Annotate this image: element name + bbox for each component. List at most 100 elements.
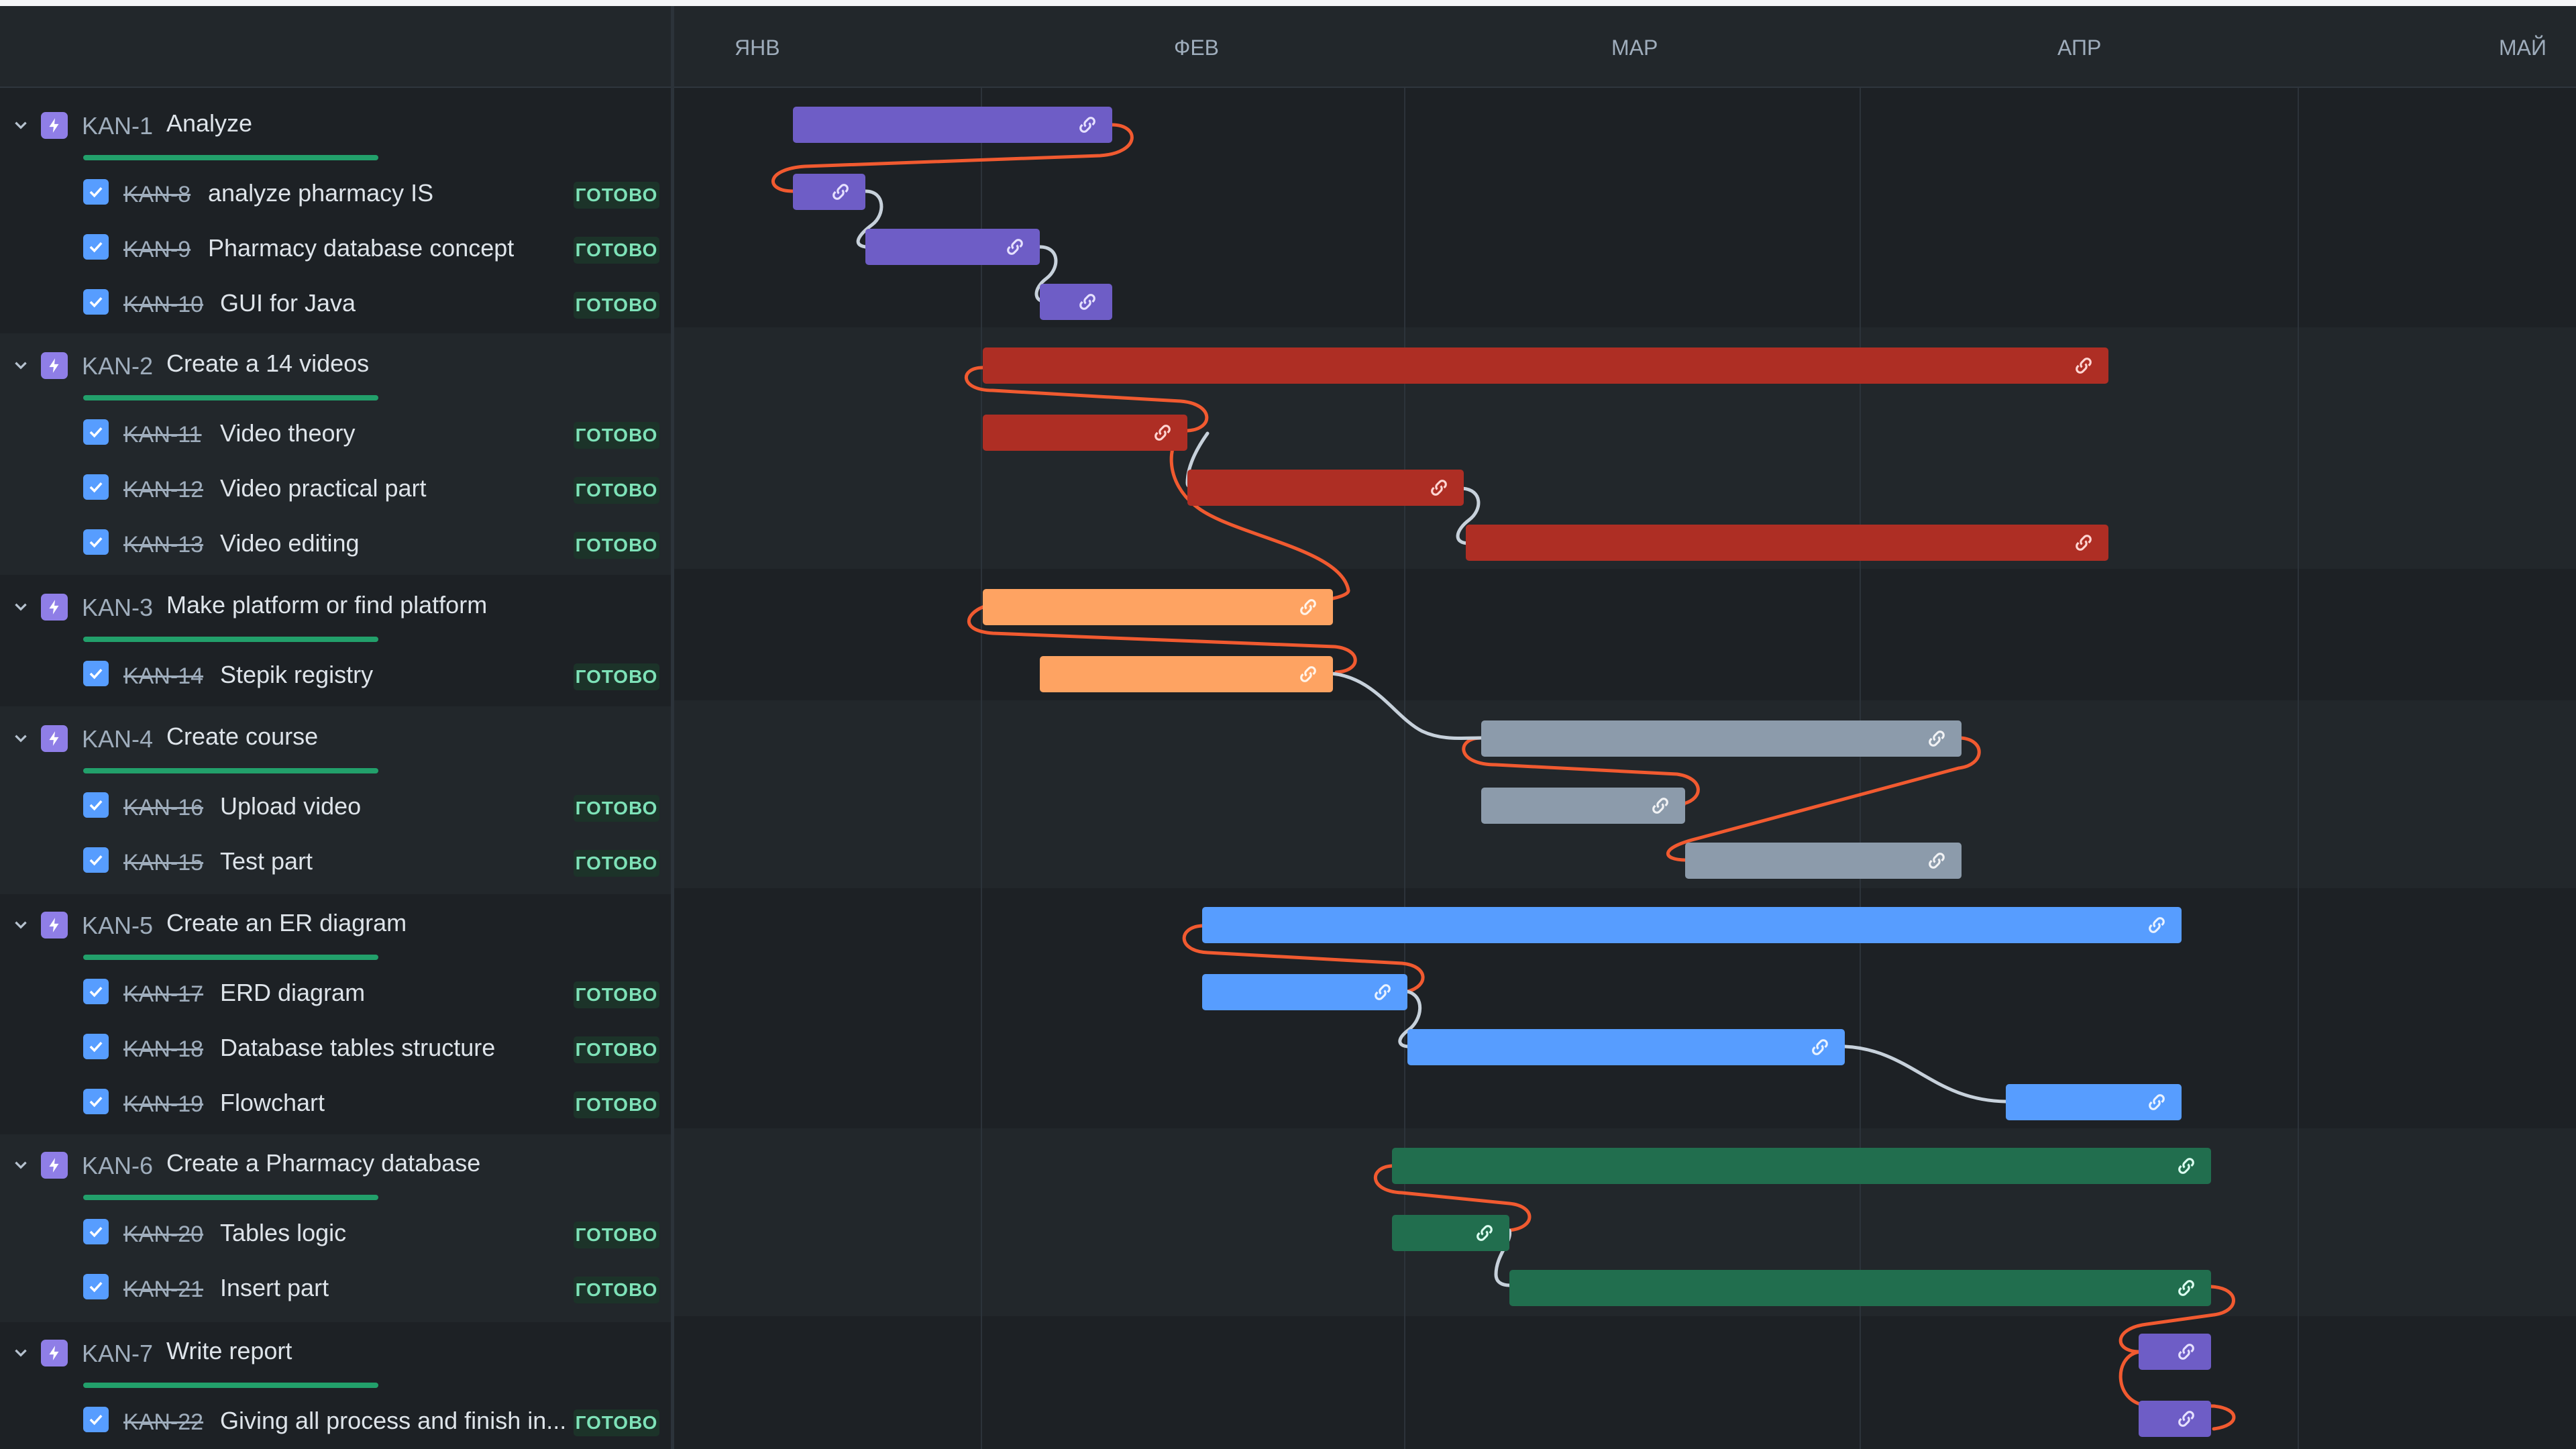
epic-title[interactable]: Create an ER diagram — [166, 909, 407, 937]
task-title[interactable]: Upload video — [220, 792, 361, 820]
status-badge[interactable]: ГОТОВО — [574, 477, 659, 504]
task-key[interactable]: KAN-9 — [123, 237, 191, 263]
timeline-bar-kan-5[interactable] — [1202, 907, 2182, 943]
task-title[interactable]: GUI for Java — [220, 289, 356, 317]
link-icon[interactable] — [1298, 664, 1318, 684]
status-badge[interactable]: ГОТОВО — [574, 532, 659, 559]
link-icon[interactable] — [2147, 915, 2167, 935]
task-key[interactable]: KAN-18 — [123, 1036, 203, 1063]
task-row[interactable]: KAN-17 ERD diagram ГОТОВО — [0, 971, 671, 1014]
link-icon[interactable] — [1429, 478, 1449, 498]
epic-title[interactable]: Create a Pharmacy database — [166, 1149, 480, 1177]
timeline-bar-kan-17[interactable] — [1202, 974, 1407, 1010]
link-icon[interactable] — [2176, 1409, 2196, 1429]
epic-key[interactable]: KAN-5 — [82, 912, 153, 940]
task-key[interactable]: KAN-8 — [123, 182, 191, 208]
task-title[interactable]: Giving all process and finish in... — [220, 1407, 566, 1435]
timeline-bar-kan-7[interactable] — [2139, 1334, 2211, 1370]
task-title[interactable]: Insert part — [220, 1274, 329, 1302]
timeline-bar-kan-3[interactable] — [983, 589, 1333, 625]
chevron-down-icon[interactable] — [9, 354, 32, 377]
epic-key[interactable]: KAN-2 — [82, 352, 153, 380]
epic-row[interactable]: KAN-1 Analyze — [0, 104, 671, 160]
task-title[interactable]: Test part — [220, 847, 313, 875]
epic-row[interactable]: KAN-4 Create course — [0, 717, 671, 773]
task-key[interactable]: KAN-14 — [123, 663, 203, 690]
chevron-down-icon[interactable] — [9, 727, 32, 750]
task-row[interactable]: KAN-13 Video editing ГОТОВО — [0, 521, 671, 564]
epic-title[interactable]: Write report — [166, 1337, 292, 1365]
epic-row[interactable]: KAN-3 Make platform or find platform — [0, 586, 671, 642]
task-key[interactable]: KAN-17 — [123, 981, 203, 1008]
task-title[interactable]: Database tables structure — [220, 1034, 495, 1062]
task-key[interactable]: KAN-11 — [123, 422, 202, 448]
status-badge[interactable]: ГОТОВО — [574, 850, 659, 877]
timeline-bar-kan-22[interactable] — [2139, 1401, 2211, 1437]
task-row[interactable]: KAN-15 Test part ГОТОВО — [0, 839, 671, 882]
status-badge[interactable]: ГОТОВО — [574, 663, 659, 690]
link-icon[interactable] — [1927, 729, 1947, 749]
link-icon[interactable] — [1077, 115, 1097, 135]
link-icon[interactable] — [1298, 597, 1318, 617]
link-icon[interactable] — [1077, 292, 1097, 312]
task-row[interactable]: KAN-9 Pharmacy database concept ГОТОВО — [0, 226, 671, 269]
task-key[interactable]: KAN-15 — [123, 850, 203, 876]
chevron-down-icon[interactable] — [9, 1342, 32, 1364]
timeline-bar-kan-6[interactable] — [1392, 1148, 2211, 1184]
timeline-bar-kan-20[interactable] — [1392, 1215, 1509, 1251]
status-badge[interactable]: ГОТОВО — [574, 1036, 659, 1063]
timeline-bar-kan-2[interactable] — [983, 347, 2108, 384]
timeline-bar-kan-12[interactable] — [1187, 470, 1464, 506]
chevron-down-icon[interactable] — [9, 114, 32, 137]
task-key[interactable]: KAN-16 — [123, 795, 203, 821]
epic-title[interactable]: Analyze — [166, 109, 252, 138]
timeline-bar-kan-19[interactable] — [2006, 1084, 2182, 1120]
timeline-bar-kan-1[interactable] — [793, 107, 1112, 143]
link-icon[interactable] — [1005, 237, 1025, 257]
task-row[interactable]: KAN-21 Insert part ГОТОВО — [0, 1266, 671, 1309]
task-key[interactable]: KAN-22 — [123, 1409, 203, 1436]
link-icon[interactable] — [1810, 1037, 1830, 1057]
timeline-bar-kan-14[interactable] — [1040, 656, 1333, 692]
link-icon[interactable] — [1373, 982, 1393, 1002]
task-key[interactable]: KAN-12 — [123, 477, 203, 503]
epic-title[interactable]: Make platform or find platform — [166, 591, 487, 619]
task-key[interactable]: KAN-20 — [123, 1222, 203, 1248]
task-title[interactable]: Video editing — [220, 529, 360, 557]
link-icon[interactable] — [1927, 851, 1947, 871]
chevron-down-icon[interactable] — [9, 596, 32, 619]
link-icon[interactable] — [2074, 356, 2094, 376]
task-key[interactable]: KAN-21 — [123, 1277, 203, 1303]
epic-row[interactable]: KAN-6 Create a Pharmacy database — [0, 1144, 671, 1200]
task-row[interactable]: KAN-18 Database tables structure ГОТОВО — [0, 1026, 671, 1069]
epic-key[interactable]: KAN-4 — [82, 725, 153, 753]
status-badge[interactable]: ГОТОВО — [574, 1091, 659, 1118]
status-badge[interactable]: ГОТОВО — [574, 1277, 659, 1303]
timeline-bar-kan-15[interactable] — [1685, 843, 1962, 879]
task-row[interactable]: KAN-12 Video practical part ГОТОВО — [0, 466, 671, 509]
task-title[interactable]: analyze pharmacy IS — [208, 179, 433, 207]
timeline-bar-kan-4[interactable] — [1481, 720, 1962, 757]
status-badge[interactable]: ГОТОВО — [574, 422, 659, 449]
task-row[interactable]: KAN-10 GUI for Java ГОТОВО — [0, 281, 671, 324]
status-badge[interactable]: ГОТОВО — [574, 1222, 659, 1248]
task-title[interactable]: Flowchart — [220, 1089, 325, 1117]
task-row[interactable]: KAN-14 Stepik registry ГОТОВО — [0, 653, 671, 696]
timeline-bar-kan-9[interactable] — [865, 229, 1040, 265]
epic-key[interactable]: KAN-6 — [82, 1152, 153, 1180]
status-badge[interactable]: ГОТОВО — [574, 981, 659, 1008]
task-key[interactable]: KAN-19 — [123, 1091, 203, 1118]
link-icon[interactable] — [1650, 796, 1670, 816]
link-icon[interactable] — [2176, 1342, 2196, 1362]
chevron-down-icon[interactable] — [9, 914, 32, 936]
task-title[interactable]: ERD diagram — [220, 979, 365, 1007]
epic-title[interactable]: Create a 14 videos — [166, 350, 369, 378]
task-row[interactable]: KAN-20 Tables logic ГОТОВО — [0, 1211, 671, 1254]
timeline-bar-kan-18[interactable] — [1407, 1029, 1845, 1065]
epic-key[interactable]: KAN-1 — [82, 112, 153, 140]
task-row[interactable]: KAN-8 analyze pharmacy IS ГОТОВО — [0, 171, 671, 214]
status-badge[interactable]: ГОТОВО — [574, 292, 659, 319]
epic-key[interactable]: KAN-3 — [82, 594, 153, 622]
link-icon[interactable] — [1152, 423, 1173, 443]
task-row[interactable]: KAN-16 Upload video ГОТОВО — [0, 784, 671, 827]
